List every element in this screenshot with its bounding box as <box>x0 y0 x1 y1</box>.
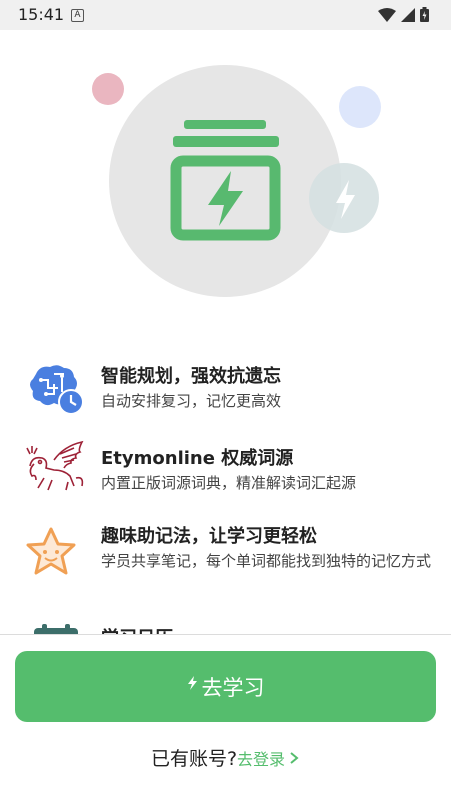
feature-title: 趣味助记法，让学习更轻松 <box>101 526 317 547</box>
battery-icon <box>420 7 429 22</box>
login-link[interactable]: 去登录 <box>237 750 300 769</box>
notification-icon: A <box>71 9 84 22</box>
wifi-icon <box>378 7 396 22</box>
feature-desc: 学员共享笔记，每个单词都能找到独特的记忆方式 <box>101 552 432 570</box>
smiling-star-icon <box>26 527 76 575</box>
feature-item-etymonline: Etymonline 权威词源 内置正版词源词典，精准解读词汇起源 <box>24 440 434 504</box>
start-study-label: 去学习 <box>201 675 265 700</box>
login-prompt: 已有账号? <box>150 748 238 770</box>
decor-blue-dot <box>339 86 381 128</box>
lightning-icon <box>187 675 197 690</box>
chevron-right-icon <box>290 752 299 764</box>
winged-lion-icon <box>26 440 84 491</box>
feature-title: 智能规划，强效抗遗忘 <box>101 366 281 387</box>
login-row: 已有账号?去登录 <box>0 744 451 771</box>
status-time: 15:41 <box>18 5 65 24</box>
feature-title: Etymonline 权威词源 <box>101 448 294 469</box>
hero-illustration <box>92 65 381 297</box>
signal-icon <box>401 7 415 22</box>
start-study-button[interactable]: 去学习 <box>15 651 436 722</box>
login-link-label: 去登录 <box>237 750 286 769</box>
feature-desc: 自动安排复习，记忆更高效 <box>101 392 282 410</box>
brain-clock-icon <box>30 365 84 415</box>
status-bar: 15:41 A <box>0 0 451 30</box>
feature-item-smart-plan: 智能规划，强效抗遗忘 自动安排复习，记忆更高效 <box>24 362 434 422</box>
decor-pink-dot <box>92 73 124 105</box>
feature-desc: 内置正版词源词典，精准解读词汇起源 <box>101 474 357 492</box>
feature-item-fun-mnemonics: 趣味助记法，让学习更轻松 学员共享笔记，每个单词都能找到独特的记忆方式 <box>24 522 434 602</box>
status-icons <box>378 7 429 22</box>
